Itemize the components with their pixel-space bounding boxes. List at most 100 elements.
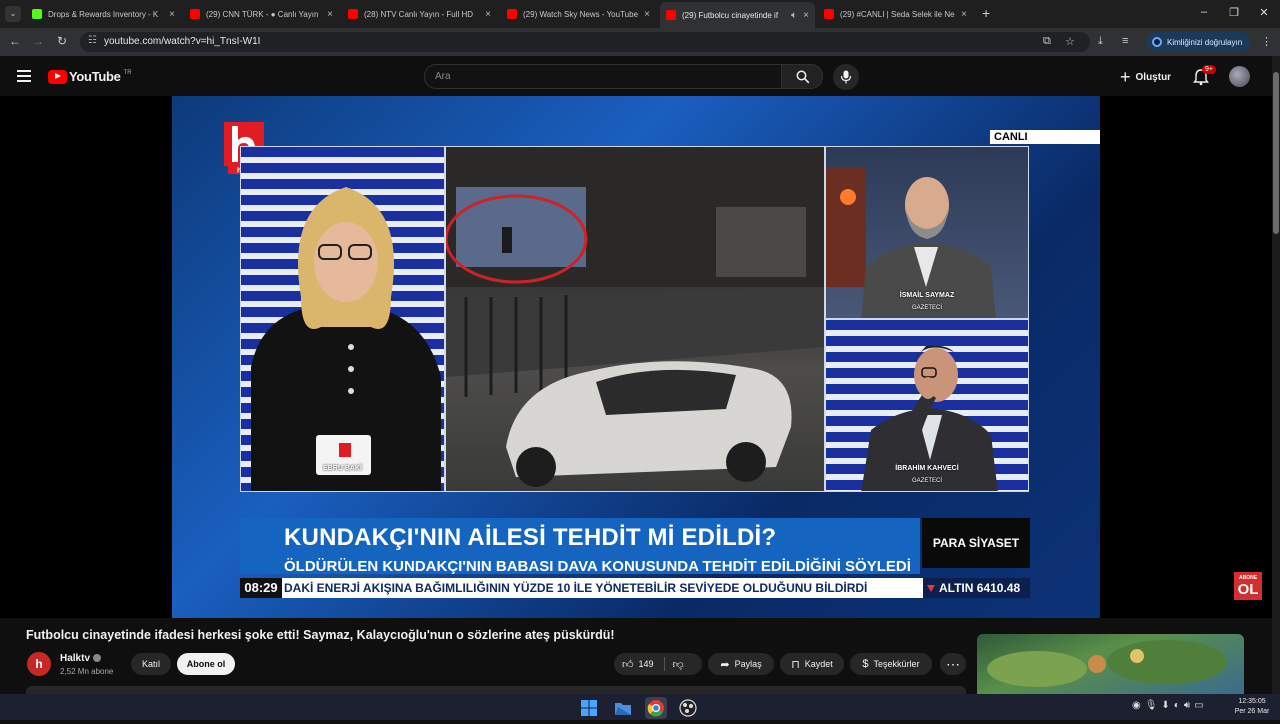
browser-tab[interactable]: (29) Futbolcu cinayetinde if 🔈︎ × [660, 2, 815, 28]
like-divider [663, 657, 665, 671]
start-windows-icon[interactable] [578, 697, 600, 719]
video-frame[interactable]: halk CANLI EBRU BAKİ [172, 96, 1100, 618]
taskbar-clock[interactable]: 12:35:05 Per 26 Mar [1232, 697, 1272, 717]
host-camera-panel: EBRU BAKİ [240, 146, 445, 492]
gold-price-label: ALTIN 6410.48 [939, 581, 1021, 595]
close-window-button[interactable]: ✕ [1256, 6, 1272, 19]
guest1-camera-panel: İSMAİL SAYMAZ GAZETECİ [825, 146, 1029, 319]
profile-ring-icon [1152, 37, 1162, 47]
reading-list-icon[interactable]: ≡ [1122, 35, 1128, 47]
tab-title: (29) Futbolcu cinayetinde if [682, 10, 779, 20]
address-bar[interactable]: ☷ youtube.com/watch?v=hi_TnsI-W1I [80, 32, 1090, 52]
site-info-icon[interactable]: ☷ [88, 35, 97, 46]
save-button[interactable]: ⊓ Kaydet [780, 653, 844, 675]
subscribe-watermark-main: OL [1237, 581, 1259, 598]
browser-tab[interactable]: (29) #CANLI | Seda Selek ile Ne × [818, 3, 973, 25]
browser-tab[interactable]: (29) CNN TÜRK - ● Canlı Yayın × [184, 3, 339, 25]
share-button[interactable]: ➦ Paylaş [708, 653, 774, 675]
tab-close-icon[interactable]: × [961, 9, 967, 20]
channel-name[interactable]: Halktv [60, 653, 102, 664]
share-icon: ➦ [720, 658, 730, 671]
thanks-button[interactable]: $ Teşekkürler [850, 653, 932, 675]
tab-favicon-icon [666, 10, 676, 20]
recommended-video-thumbnail[interactable] [977, 634, 1244, 694]
browser-tab[interactable]: (28) NTV Canlı Yayın - Full HD × [342, 3, 497, 25]
dislike-icon[interactable]: 👎︎ [673, 658, 684, 671]
tab-title: (29) Watch Sky News - YouTube [523, 9, 639, 19]
search-input[interactable]: Ara [424, 64, 782, 89]
forward-button[interactable]: → [30, 34, 46, 48]
subscribe-watermark-button[interactable]: ABONE OL [1234, 572, 1262, 600]
create-label: Oluştur [1135, 71, 1172, 83]
tab-title: (28) NTV Canlı Yayın - Full HD [364, 9, 474, 19]
tab-favicon-icon [507, 9, 517, 19]
tab-close-icon[interactable]: × [485, 9, 491, 20]
news-ticker: 08:29 DAKİ ENERJİ AKIŞINA BAĞIMLILIĞININ… [240, 578, 1030, 598]
youtube-logo[interactable]: YouTube TR [48, 69, 132, 84]
share-label: Paylaş [734, 659, 762, 669]
obs-icon[interactable] [677, 697, 699, 719]
guest2-role-label: GAZETECİ [911, 478, 942, 484]
verify-identity-button[interactable]: Kimliğinizi doğrulayın [1146, 32, 1250, 52]
thanks-label: Teşekkürler [873, 659, 920, 669]
live-badge: CANLI [990, 130, 1100, 144]
verified-badge-icon [93, 654, 102, 663]
youtube-wordmark: YouTube [69, 69, 121, 84]
like-dislike-group: 👍︎ 149 👎︎ [614, 653, 702, 675]
search-placeholder: Ara [435, 71, 451, 82]
cctv-scene [446, 147, 824, 487]
browser-tab[interactable]: (29) Watch Sky News - YouTube × [501, 3, 656, 25]
program-name: PARA SİYASET [922, 518, 1030, 568]
browser-tab[interactable]: Drops & Rewards Inventory - K × [26, 3, 181, 25]
scrollbar-thumb[interactable] [1273, 72, 1279, 234]
new-tab-button[interactable]: + [982, 5, 990, 21]
account-avatar[interactable] [1229, 66, 1250, 87]
browser-menu-icon[interactable]: ⋮ [1261, 35, 1272, 48]
video-player[interactable]: halk CANLI EBRU BAKİ [0, 96, 1272, 618]
super-thanks-icon: $ [862, 658, 869, 670]
like-icon[interactable]: 👍︎ [622, 658, 634, 671]
reload-button[interactable]: ↻ [54, 34, 70, 48]
headline-text: KUNDAKÇI'NIN AİLESİ TEHDİT Mİ EDİLDİ? [284, 524, 777, 551]
subscriber-count: 2,52 Mn abone [60, 667, 114, 676]
tab-audio-icon[interactable]: 🔈︎ [791, 10, 797, 21]
search-button[interactable] [781, 64, 823, 89]
thumbnail-art [987, 640, 1227, 687]
guest1-name-label: İSMAİL SAYMAZ [899, 292, 955, 299]
file-explorer-icon[interactable] [612, 697, 634, 719]
tab-close-icon[interactable]: × [169, 9, 175, 20]
maximize-button[interactable]: ❐ [1226, 6, 1242, 19]
tab-close-icon[interactable]: × [803, 10, 809, 21]
tab-title: (29) CNN TÜRK - ● Canlı Yayın [206, 9, 319, 19]
more-actions-button[interactable]: ⋯ [940, 653, 966, 675]
system-tray-icons[interactable]: ◉🎙︎⬇◐🔊︎▭ [1132, 700, 1208, 711]
youtube-header: YouTube TR Ara + Oluştur 9+ [0, 56, 1280, 96]
ticker-text: DAKİ ENERJİ AKIŞINA BAĞIMLILIĞININ YÜZDE… [284, 581, 868, 595]
back-button[interactable]: ← [7, 34, 23, 48]
join-button[interactable]: Katıl [131, 653, 171, 675]
like-count[interactable]: 149 [639, 659, 654, 669]
taskbar-date: Per 26 Mar [1234, 708, 1270, 715]
download-icon[interactable]: ⤓ [1098, 35, 1103, 48]
guest2-name-label: İBRAHİM KAHVECİ [895, 465, 959, 472]
tab-favicon-icon [32, 9, 42, 19]
bookmark-star-icon[interactable]: ☆ [1065, 35, 1075, 48]
minimize-button[interactable]: – [1196, 6, 1212, 18]
microphone-icon [840, 70, 852, 84]
tab-search-button[interactable]: ⌄ [5, 6, 21, 22]
video-title: Futbolcu cinayetinde ifadesi herkesi şok… [26, 628, 615, 642]
taskbar-time: 12:35:05 [1238, 698, 1266, 705]
channel-avatar[interactable]: h [27, 652, 51, 676]
guide-menu-icon[interactable] [17, 70, 31, 82]
subscribe-button[interactable]: Abone ol [177, 653, 235, 675]
description-box[interactable] [26, 686, 966, 694]
install-app-icon[interactable]: ⧉ [1043, 35, 1051, 48]
guest2-camera-panel: İBRAHİM KAHVECİ GAZETECİ [825, 319, 1029, 492]
create-button[interactable]: + Oluştur [1120, 66, 1171, 88]
voice-search-button[interactable] [833, 64, 859, 90]
tab-close-icon[interactable]: × [644, 9, 650, 20]
tab-close-icon[interactable]: × [327, 9, 333, 20]
chrome-icon[interactable] [645, 697, 667, 719]
channel-name-text: Halktv [60, 653, 91, 664]
address-toolbar: ← → ↻ ☷ youtube.com/watch?v=hi_TnsI-W1I … [0, 28, 1280, 56]
